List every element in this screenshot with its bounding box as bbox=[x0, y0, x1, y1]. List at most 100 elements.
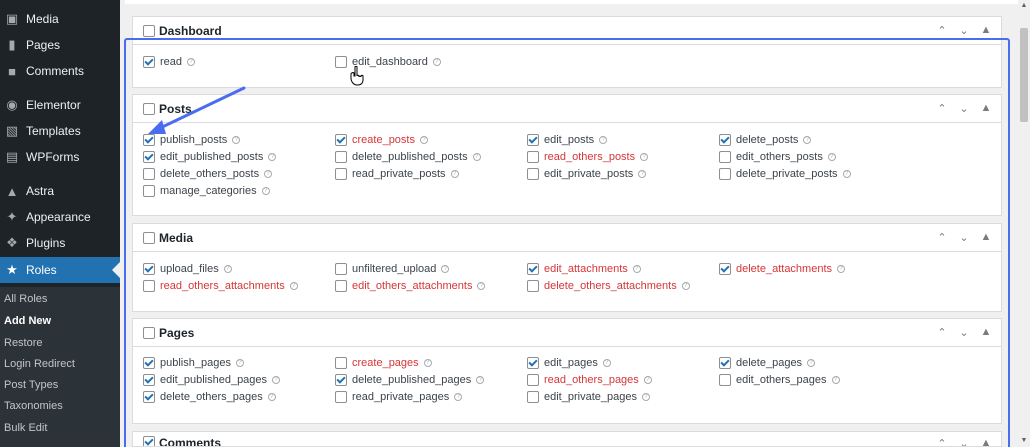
help-icon[interactable]: ? bbox=[807, 359, 816, 367]
capability-edit-published-pages[interactable]: edit_published_pages? bbox=[143, 374, 281, 386]
checkbox[interactable] bbox=[143, 168, 155, 180]
chevron-down-icon[interactable]: ⌄ bbox=[957, 23, 971, 37]
help-icon[interactable]: ? bbox=[599, 136, 608, 144]
capability-create-pages[interactable]: create_pages? bbox=[335, 357, 432, 369]
help-icon[interactable]: ? bbox=[289, 282, 298, 290]
submenu-login-redirect[interactable]: Login Redirect bbox=[4, 358, 75, 370]
submenu-all-roles[interactable]: All Roles bbox=[4, 293, 47, 305]
checkbox[interactable] bbox=[335, 391, 347, 403]
help-icon[interactable]: ? bbox=[423, 359, 432, 367]
submenu-bulk-edit[interactable]: Bulk Edit bbox=[4, 422, 47, 434]
checkbox[interactable] bbox=[719, 357, 731, 369]
capability-unfiltered-upload[interactable]: unfiltered_upload? bbox=[335, 263, 450, 275]
checkbox[interactable] bbox=[527, 374, 539, 386]
help-icon[interactable]: ? bbox=[638, 170, 647, 178]
capability-manage-categories[interactable]: manage_categories? bbox=[143, 185, 270, 197]
help-icon[interactable]: ? bbox=[419, 136, 428, 144]
capability-read-private-posts[interactable]: read_private_posts? bbox=[335, 168, 459, 180]
group-checkbox[interactable] bbox=[143, 326, 155, 339]
help-icon[interactable]: ? bbox=[472, 153, 481, 161]
checkbox[interactable] bbox=[335, 374, 347, 386]
sidebar-item-media[interactable]: ▣ Media bbox=[0, 6, 120, 32]
checkbox[interactable] bbox=[527, 263, 539, 275]
checkbox[interactable] bbox=[335, 134, 347, 146]
capability-edit-pages[interactable]: edit_pages? bbox=[527, 357, 611, 369]
chevron-up-icon[interactable]: ⌃ bbox=[935, 230, 949, 244]
sidebar-item-astra[interactable]: ▲ Astra bbox=[0, 178, 120, 204]
checkbox[interactable] bbox=[527, 357, 539, 369]
help-icon[interactable]: ? bbox=[602, 359, 611, 367]
checkbox[interactable] bbox=[719, 151, 731, 163]
sidebar-item-templates[interactable]: ▧ Templates bbox=[0, 118, 120, 144]
help-icon[interactable]: ? bbox=[477, 282, 486, 290]
checkbox[interactable] bbox=[527, 151, 539, 163]
capability-delete-attachments[interactable]: delete_attachments? bbox=[719, 263, 846, 275]
chevron-down-icon[interactable]: ⌄ bbox=[957, 436, 971, 447]
capability-edit-private-posts[interactable]: edit_private_posts? bbox=[527, 168, 647, 180]
help-icon[interactable]: ? bbox=[640, 153, 649, 161]
capability-delete-pages[interactable]: delete_pages? bbox=[719, 357, 816, 369]
scroll-thumb[interactable] bbox=[1020, 28, 1028, 122]
submenu-taxonomies[interactable]: Taxonomies bbox=[4, 400, 63, 412]
toggle-arrow-icon[interactable]: ▲ bbox=[979, 436, 993, 446]
checkbox[interactable] bbox=[143, 374, 155, 386]
checkbox[interactable] bbox=[335, 263, 347, 275]
chevron-down-icon[interactable]: ⌄ bbox=[957, 230, 971, 244]
capability-edit-private-pages[interactable]: edit_private_pages? bbox=[527, 391, 650, 403]
page-scrollbar[interactable]: ▲ ▼ bbox=[1018, 0, 1030, 447]
checkbox[interactable] bbox=[143, 280, 155, 292]
checkbox[interactable] bbox=[143, 56, 155, 68]
capability-delete-others-attachments[interactable]: delete_others_attachments? bbox=[527, 280, 690, 292]
help-icon[interactable]: ? bbox=[831, 376, 840, 384]
checkbox[interactable] bbox=[335, 151, 347, 163]
help-icon[interactable]: ? bbox=[223, 265, 232, 273]
help-icon[interactable]: ? bbox=[268, 153, 277, 161]
checkbox[interactable] bbox=[335, 168, 347, 180]
help-icon[interactable]: ? bbox=[476, 376, 485, 384]
help-icon[interactable]: ? bbox=[261, 187, 270, 195]
help-icon[interactable]: ? bbox=[827, 153, 836, 161]
help-icon[interactable]: ? bbox=[432, 58, 441, 66]
capability-delete-private-posts[interactable]: delete_private_posts? bbox=[719, 168, 851, 180]
checkbox[interactable] bbox=[335, 357, 347, 369]
checkbox[interactable] bbox=[719, 374, 731, 386]
submenu-post-types[interactable]: Post Types bbox=[4, 379, 58, 391]
capability-edit-posts[interactable]: edit_posts? bbox=[527, 134, 608, 146]
sidebar-item-plugins[interactable]: ❖ Plugins bbox=[0, 230, 120, 256]
chevron-up-icon[interactable]: ⌃ bbox=[935, 23, 949, 37]
help-icon[interactable]: ? bbox=[441, 265, 450, 273]
scroll-up-icon[interactable]: ▲ bbox=[1020, 2, 1028, 10]
sidebar-item-wpforms[interactable]: ▤ WPForms bbox=[0, 144, 120, 170]
checkbox[interactable] bbox=[143, 151, 155, 163]
capability-create-posts[interactable]: create_posts? bbox=[335, 134, 428, 146]
capability-read-others-pages[interactable]: read_others_pages? bbox=[527, 374, 652, 386]
toggle-arrow-icon[interactable]: ▲ bbox=[979, 230, 993, 244]
chevron-down-icon[interactable]: ⌄ bbox=[957, 101, 971, 115]
sidebar-item-comments[interactable]: ■ Comments bbox=[0, 58, 120, 84]
chevron-up-icon[interactable]: ⌃ bbox=[935, 325, 949, 339]
group-checkbox[interactable] bbox=[143, 24, 155, 37]
capability-delete-others-pages[interactable]: delete_others_pages? bbox=[143, 391, 276, 403]
checkbox[interactable] bbox=[719, 168, 731, 180]
checkbox[interactable] bbox=[527, 391, 539, 403]
checkbox[interactable] bbox=[143, 185, 155, 197]
help-icon[interactable]: ? bbox=[842, 170, 851, 178]
chevron-up-icon[interactable]: ⌃ bbox=[935, 101, 949, 115]
help-icon[interactable]: ? bbox=[187, 58, 196, 66]
capability-edit-others-attachments[interactable]: edit_others_attachments? bbox=[335, 280, 486, 292]
sidebar-item-appearance[interactable]: ✦ Appearance bbox=[0, 204, 120, 230]
toggle-arrow-icon[interactable]: ▲ bbox=[979, 325, 993, 339]
help-icon[interactable]: ? bbox=[454, 393, 463, 401]
capability-read[interactable]: read ? bbox=[143, 56, 196, 68]
capability-edit-attachments[interactable]: edit_attachments? bbox=[527, 263, 641, 275]
capability-delete-published-posts[interactable]: delete_published_posts? bbox=[335, 151, 481, 163]
capability-read-private-pages[interactable]: read_private_pages? bbox=[335, 391, 463, 403]
capability-read-others-attachments[interactable]: read_others_attachments? bbox=[143, 280, 298, 292]
help-icon[interactable]: ? bbox=[450, 170, 459, 178]
sidebar-item-pages[interactable]: ▮ Pages bbox=[0, 32, 120, 58]
help-icon[interactable]: ? bbox=[681, 282, 690, 290]
help-icon[interactable]: ? bbox=[632, 265, 641, 273]
checkbox[interactable] bbox=[143, 263, 155, 275]
capability-delete-others-posts[interactable]: delete_others_posts? bbox=[143, 168, 273, 180]
submenu-add-new[interactable]: Add New bbox=[4, 315, 51, 327]
